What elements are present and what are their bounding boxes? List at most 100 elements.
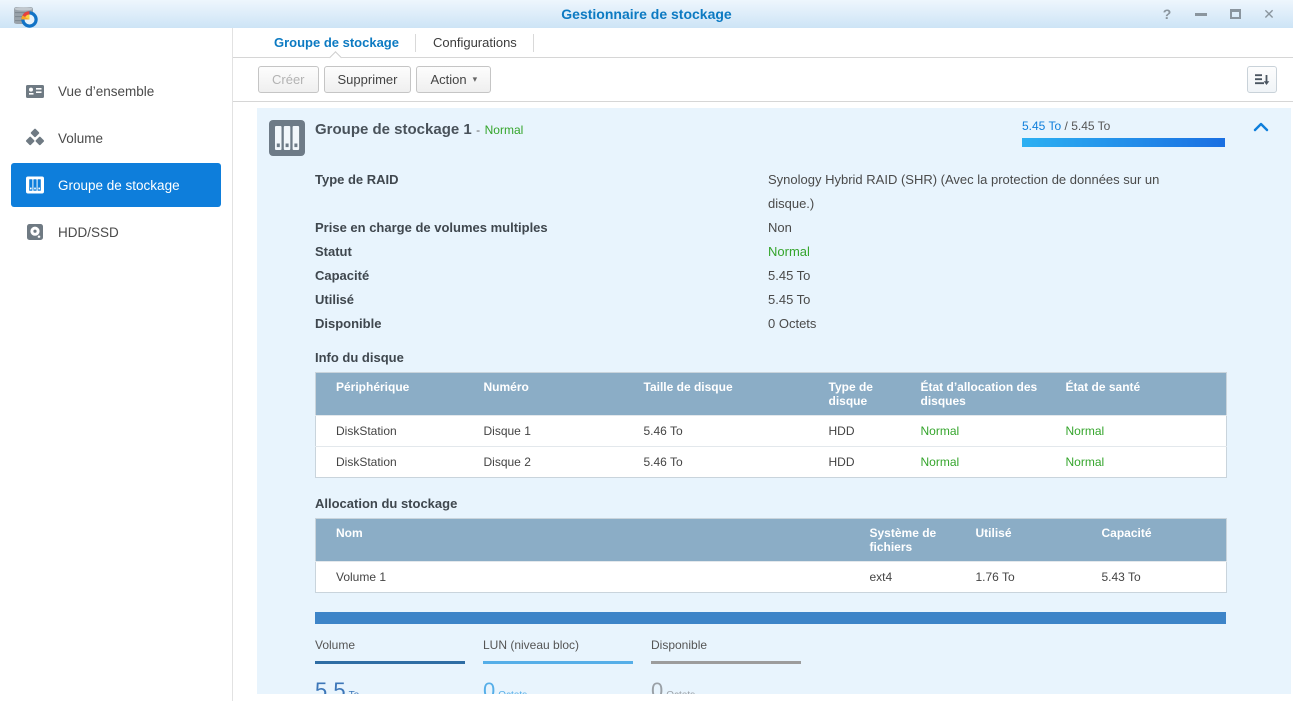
pool-header: Groupe de stockage 1 - Normal 5.45 To / …	[257, 108, 1291, 158]
maximize-icon[interactable]	[1227, 6, 1243, 22]
cell-type: HDD	[821, 447, 913, 478]
usage-total-value: 5.45 To	[1071, 119, 1110, 133]
detail-row-multi-volume: Prise en charge de volumes multiples Non	[315, 216, 1227, 240]
tab-configurations[interactable]: Configurations	[416, 28, 534, 57]
create-button[interactable]: Créer	[258, 66, 319, 93]
pool-title-separator: -	[476, 123, 480, 137]
sidebar-item-label: HDD/SSD	[58, 225, 119, 240]
legend-item-available: Disponible 0Octets	[651, 638, 801, 694]
sidebar-item-hdd-ssd[interactable]: HDD/SSD	[11, 210, 221, 254]
tab-bar: Groupe de stockage Configurations	[233, 28, 1293, 58]
detail-label: Type de RAID	[315, 168, 768, 216]
sidebar-item-label: Vue d’ensemble	[58, 84, 154, 99]
toolbar: Créer Supprimer Action ▾	[233, 58, 1293, 102]
sidebar-item-volume[interactable]: Volume	[11, 116, 221, 160]
detail-row-available: Disponible 0 Octets	[315, 312, 1227, 336]
cell-device: DiskStation	[316, 447, 476, 478]
legend-color-rule	[315, 661, 465, 664]
storage-pool-icon	[25, 175, 45, 195]
legend-value-unit: To	[349, 690, 360, 694]
cell-size: 5.46 To	[636, 447, 821, 478]
legend-label: Disponible	[651, 638, 801, 661]
legend-value-number: 0	[483, 678, 495, 694]
detail-label: Prise en charge de volumes multiples	[315, 216, 768, 240]
legend-label: Volume	[315, 638, 465, 661]
sidebar-item-overview[interactable]: Vue d’ensemble	[11, 69, 221, 113]
column-header: État de santé	[1058, 373, 1227, 416]
hdd-icon	[25, 222, 45, 242]
sidebar-item-label: Groupe de stockage	[58, 178, 180, 193]
tab-label: Groupe de stockage	[274, 35, 399, 50]
sidebar-item-storage-pool[interactable]: Groupe de stockage	[11, 163, 221, 207]
window-title: Gestionnaire de stockage	[0, 6, 1293, 22]
column-header: Taille de disque	[636, 373, 821, 416]
detail-value: 0 Octets	[768, 312, 816, 336]
cell-capacity: 5.43 To	[1094, 562, 1227, 593]
action-button-label: Action	[430, 72, 466, 87]
pool-title: Groupe de stockage 1	[315, 121, 472, 138]
detail-label: Utilisé	[315, 288, 768, 312]
sort-list-icon[interactable]	[1247, 66, 1277, 93]
detail-value: Non	[768, 216, 792, 240]
tab-storage-pool[interactable]: Groupe de stockage	[257, 28, 416, 57]
pool-usage: 5.45 To / 5.45 To	[1022, 119, 1225, 147]
detail-label: Capacité	[315, 264, 768, 288]
legend-value-unit: Octets	[666, 690, 695, 694]
window-titlebar: Gestionnaire de stockage ? ✕	[0, 0, 1293, 28]
cell-number: Disque 1	[476, 416, 636, 447]
cell-allocation-status: Normal	[913, 447, 1058, 478]
detail-row-raid-type: Type de RAID Synology Hybrid RAID (SHR) …	[315, 168, 1227, 216]
cell-number: Disque 2	[476, 447, 636, 478]
pool-status-badge: Normal	[485, 123, 524, 137]
detail-value: Synology Hybrid RAID (SHR) (Avec la prot…	[768, 168, 1200, 216]
usage-progress-bar	[1022, 138, 1225, 147]
column-header: Périphérique	[316, 373, 476, 416]
legend-color-rule	[651, 661, 801, 664]
cell-volume-name: Volume 1	[316, 562, 862, 593]
detail-label: Statut	[315, 240, 768, 264]
cell-health-status: Normal	[1058, 447, 1227, 478]
storage-pool-panel: Groupe de stockage 1 - Normal 5.45 To / …	[257, 108, 1291, 694]
cell-filesystem: ext4	[862, 562, 968, 593]
overview-icon	[25, 81, 45, 101]
volume-cubes-icon	[25, 128, 45, 148]
storage-pool-large-icon	[267, 118, 307, 158]
legend-value-number: 0	[651, 678, 663, 694]
delete-button[interactable]: Supprimer	[324, 66, 412, 93]
chevron-up-icon[interactable]	[1253, 121, 1269, 133]
column-header: Type de disque	[821, 373, 913, 416]
cell-type: HDD	[821, 416, 913, 447]
cell-size: 5.46 To	[636, 416, 821, 447]
detail-label: Disponible	[315, 312, 768, 336]
alloc-table-header-row: Nom Système de fichiers Utilisé Capacité	[316, 519, 1227, 562]
cell-health-status: Normal	[1058, 416, 1227, 447]
detail-value: 5.45 To	[768, 264, 810, 288]
detail-value-status: Normal	[768, 240, 810, 264]
help-icon[interactable]: ?	[1159, 6, 1175, 22]
minimize-icon[interactable]	[1193, 6, 1209, 22]
storage-allocation-table: Nom Système de fichiers Utilisé Capacité…	[315, 518, 1227, 593]
close-icon[interactable]: ✕	[1261, 6, 1277, 22]
chevron-down-icon: ▾	[473, 74, 478, 85]
sidebar: Vue d’ensemble Volume Groupe de stockage	[0, 28, 233, 701]
tab-label: Configurations	[433, 35, 517, 50]
column-header: Utilisé	[968, 519, 1094, 562]
disk-info-table: Périphérique Numéro Taille de disque Typ…	[315, 372, 1227, 478]
legend-value-unit: Octets	[498, 690, 527, 694]
detail-row-status: Statut Normal	[315, 240, 1227, 264]
column-header: Numéro	[476, 373, 636, 416]
allocation-overview-bar	[315, 612, 1226, 624]
disk-info-section-title: Info du disque	[315, 350, 1227, 365]
legend-color-rule	[483, 661, 633, 664]
usage-divider: /	[1065, 119, 1068, 133]
detail-row-used: Utilisé 5.45 To	[315, 288, 1227, 312]
legend-value-number: 5.5	[315, 678, 346, 694]
column-header: Système de fichiers	[862, 519, 968, 562]
disk-table-row: DiskStation Disque 1 5.46 To HDD Normal …	[316, 416, 1227, 447]
sidebar-item-label: Volume	[58, 131, 103, 146]
legend-item-volume: Volume 5.5To	[315, 638, 465, 694]
window-controls: ? ✕	[1159, 6, 1293, 22]
cell-allocation-status: Normal	[913, 416, 1058, 447]
detail-row-capacity: Capacité 5.45 To	[315, 264, 1227, 288]
action-button[interactable]: Action ▾	[416, 66, 491, 93]
